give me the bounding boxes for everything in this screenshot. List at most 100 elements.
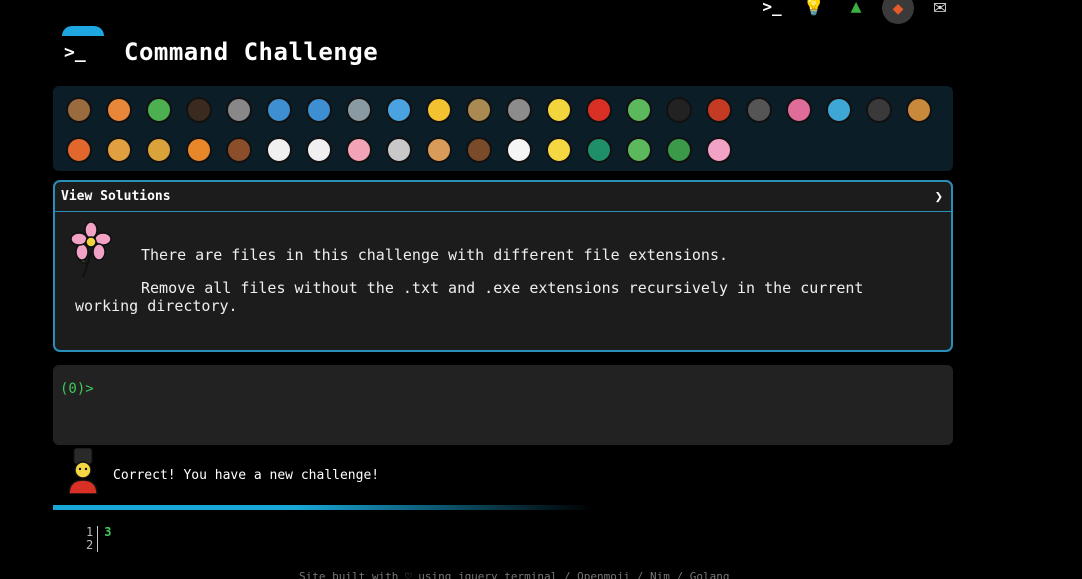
- fish-icon[interactable]: [379, 90, 419, 130]
- dragon-glyph: [666, 137, 692, 163]
- tiger-icon[interactable]: [179, 130, 219, 170]
- emoji-row-2: [59, 130, 953, 170]
- butterfly-glyph: [106, 97, 132, 123]
- top-nav-icons: >_ 💡 ▲ ◆ ✉: [756, 0, 956, 24]
- dragon-icon[interactable]: [659, 130, 699, 170]
- tree-icon[interactable]: ▲: [840, 0, 872, 18]
- blossom-glyph: [706, 137, 732, 163]
- dolphin-glyph: [306, 97, 332, 123]
- line-number: 2: [86, 538, 94, 552]
- tiger-glyph: [186, 137, 212, 163]
- butterfly-icon[interactable]: [99, 90, 139, 130]
- mouse-glyph: [386, 137, 412, 163]
- terminal-logo-icon: >_: [62, 26, 104, 68]
- cow-glyph: [306, 137, 332, 163]
- spider-web-glyph: [226, 97, 252, 123]
- microbe-icon[interactable]: [819, 90, 859, 130]
- snail-glyph: [66, 97, 92, 123]
- panda-icon[interactable]: [499, 130, 539, 170]
- hamster-icon[interactable]: [419, 130, 459, 170]
- bear-glyph: [466, 137, 492, 163]
- hamster-glyph: [426, 137, 452, 163]
- worm-glyph: [786, 97, 812, 123]
- chick-icon[interactable]: [539, 130, 579, 170]
- lion-glyph: [146, 137, 172, 163]
- gorilla-glyph: [866, 97, 892, 123]
- ladybug-glyph: [586, 97, 612, 123]
- whale-icon[interactable]: [259, 90, 299, 130]
- editor-line-1: 3: [104, 525, 112, 539]
- solutions-panel: View Solutions ❯ There are files in this…: [53, 180, 953, 352]
- footer-credits: Site built with ♡ using jquery terminal …: [299, 570, 730, 579]
- cat-icon[interactable]: [99, 130, 139, 170]
- cat-glyph: [106, 137, 132, 163]
- scorpion-glyph: [706, 97, 732, 123]
- frog-glyph: [626, 137, 652, 163]
- fox-glyph: [66, 137, 92, 163]
- guard-icon: [68, 448, 98, 494]
- dog-glyph: [906, 97, 932, 123]
- pig-glyph: [346, 137, 372, 163]
- status-message: Correct! You have a new challenge!: [113, 468, 380, 483]
- whale-glyph: [266, 97, 292, 123]
- ant-icon[interactable]: [179, 90, 219, 130]
- spider-web-icon[interactable]: [219, 90, 259, 130]
- gorilla-icon[interactable]: [859, 90, 899, 130]
- fly-glyph: [746, 97, 772, 123]
- tropical-fish-icon[interactable]: [419, 90, 459, 130]
- spider-glyph: [666, 97, 692, 123]
- dolphin-icon[interactable]: [299, 90, 339, 130]
- pig-icon[interactable]: [339, 130, 379, 170]
- bear-icon[interactable]: [459, 130, 499, 170]
- challenge-paragraph-1: There are files in this challenge with d…: [141, 246, 728, 264]
- wolf-icon[interactable]: [499, 90, 539, 130]
- frog-icon[interactable]: [619, 130, 659, 170]
- ladybug-icon[interactable]: [579, 90, 619, 130]
- fish-glyph: [386, 97, 412, 123]
- lion-icon[interactable]: [139, 130, 179, 170]
- mouse-icon[interactable]: [379, 130, 419, 170]
- worm-icon[interactable]: [779, 90, 819, 130]
- wolf-glyph: [506, 97, 532, 123]
- view-solutions-toggle[interactable]: View Solutions ❯: [55, 182, 951, 212]
- dog-icon[interactable]: [899, 90, 939, 130]
- cricket-icon[interactable]: [619, 90, 659, 130]
- challenge-emoji-strip: [53, 86, 953, 171]
- caterpillar-icon[interactable]: [139, 90, 179, 130]
- progress-bar: [53, 505, 593, 510]
- emoji-row-1: [59, 90, 953, 130]
- shield-icon[interactable]: ◆: [882, 0, 914, 24]
- spider-icon[interactable]: [659, 90, 699, 130]
- ant-glyph: [186, 97, 212, 123]
- code-editor[interactable]: 1 2 3: [86, 526, 111, 552]
- chick-glyph: [546, 137, 572, 163]
- shark-icon[interactable]: [339, 90, 379, 130]
- horse-glyph: [226, 137, 252, 163]
- snail-icon[interactable]: [59, 90, 99, 130]
- cow-icon[interactable]: [299, 130, 339, 170]
- terminal[interactable]: (0)>: [53, 365, 953, 445]
- line-gutter: 1 2: [86, 526, 99, 552]
- cricket-glyph: [626, 97, 652, 123]
- bee-icon[interactable]: [539, 90, 579, 130]
- peacock-icon[interactable]: [579, 130, 619, 170]
- mail-icon[interactable]: ✉: [924, 0, 956, 19]
- blowfish-icon[interactable]: [459, 90, 499, 130]
- terminal-prompt: (0)>: [60, 381, 94, 397]
- terminal-icon[interactable]: >_: [756, 0, 788, 18]
- unicorn-icon[interactable]: [259, 130, 299, 170]
- page-title: Command Challenge: [124, 38, 379, 66]
- caterpillar-glyph: [146, 97, 172, 123]
- peacock-glyph: [586, 137, 612, 163]
- blossom-icon[interactable]: [699, 130, 739, 170]
- logo-glyph: >_: [62, 36, 104, 68]
- lightbulb-icon[interactable]: 💡: [798, 0, 830, 18]
- fly-icon[interactable]: [739, 90, 779, 130]
- challenge-description: There are files in this challenge with d…: [75, 246, 935, 330]
- horse-icon[interactable]: [219, 130, 259, 170]
- scorpion-icon[interactable]: [699, 90, 739, 130]
- chevron-right-icon[interactable]: ❯: [935, 189, 943, 205]
- fox-icon[interactable]: [59, 130, 99, 170]
- blowfish-glyph: [466, 97, 492, 123]
- panda-glyph: [506, 137, 532, 163]
